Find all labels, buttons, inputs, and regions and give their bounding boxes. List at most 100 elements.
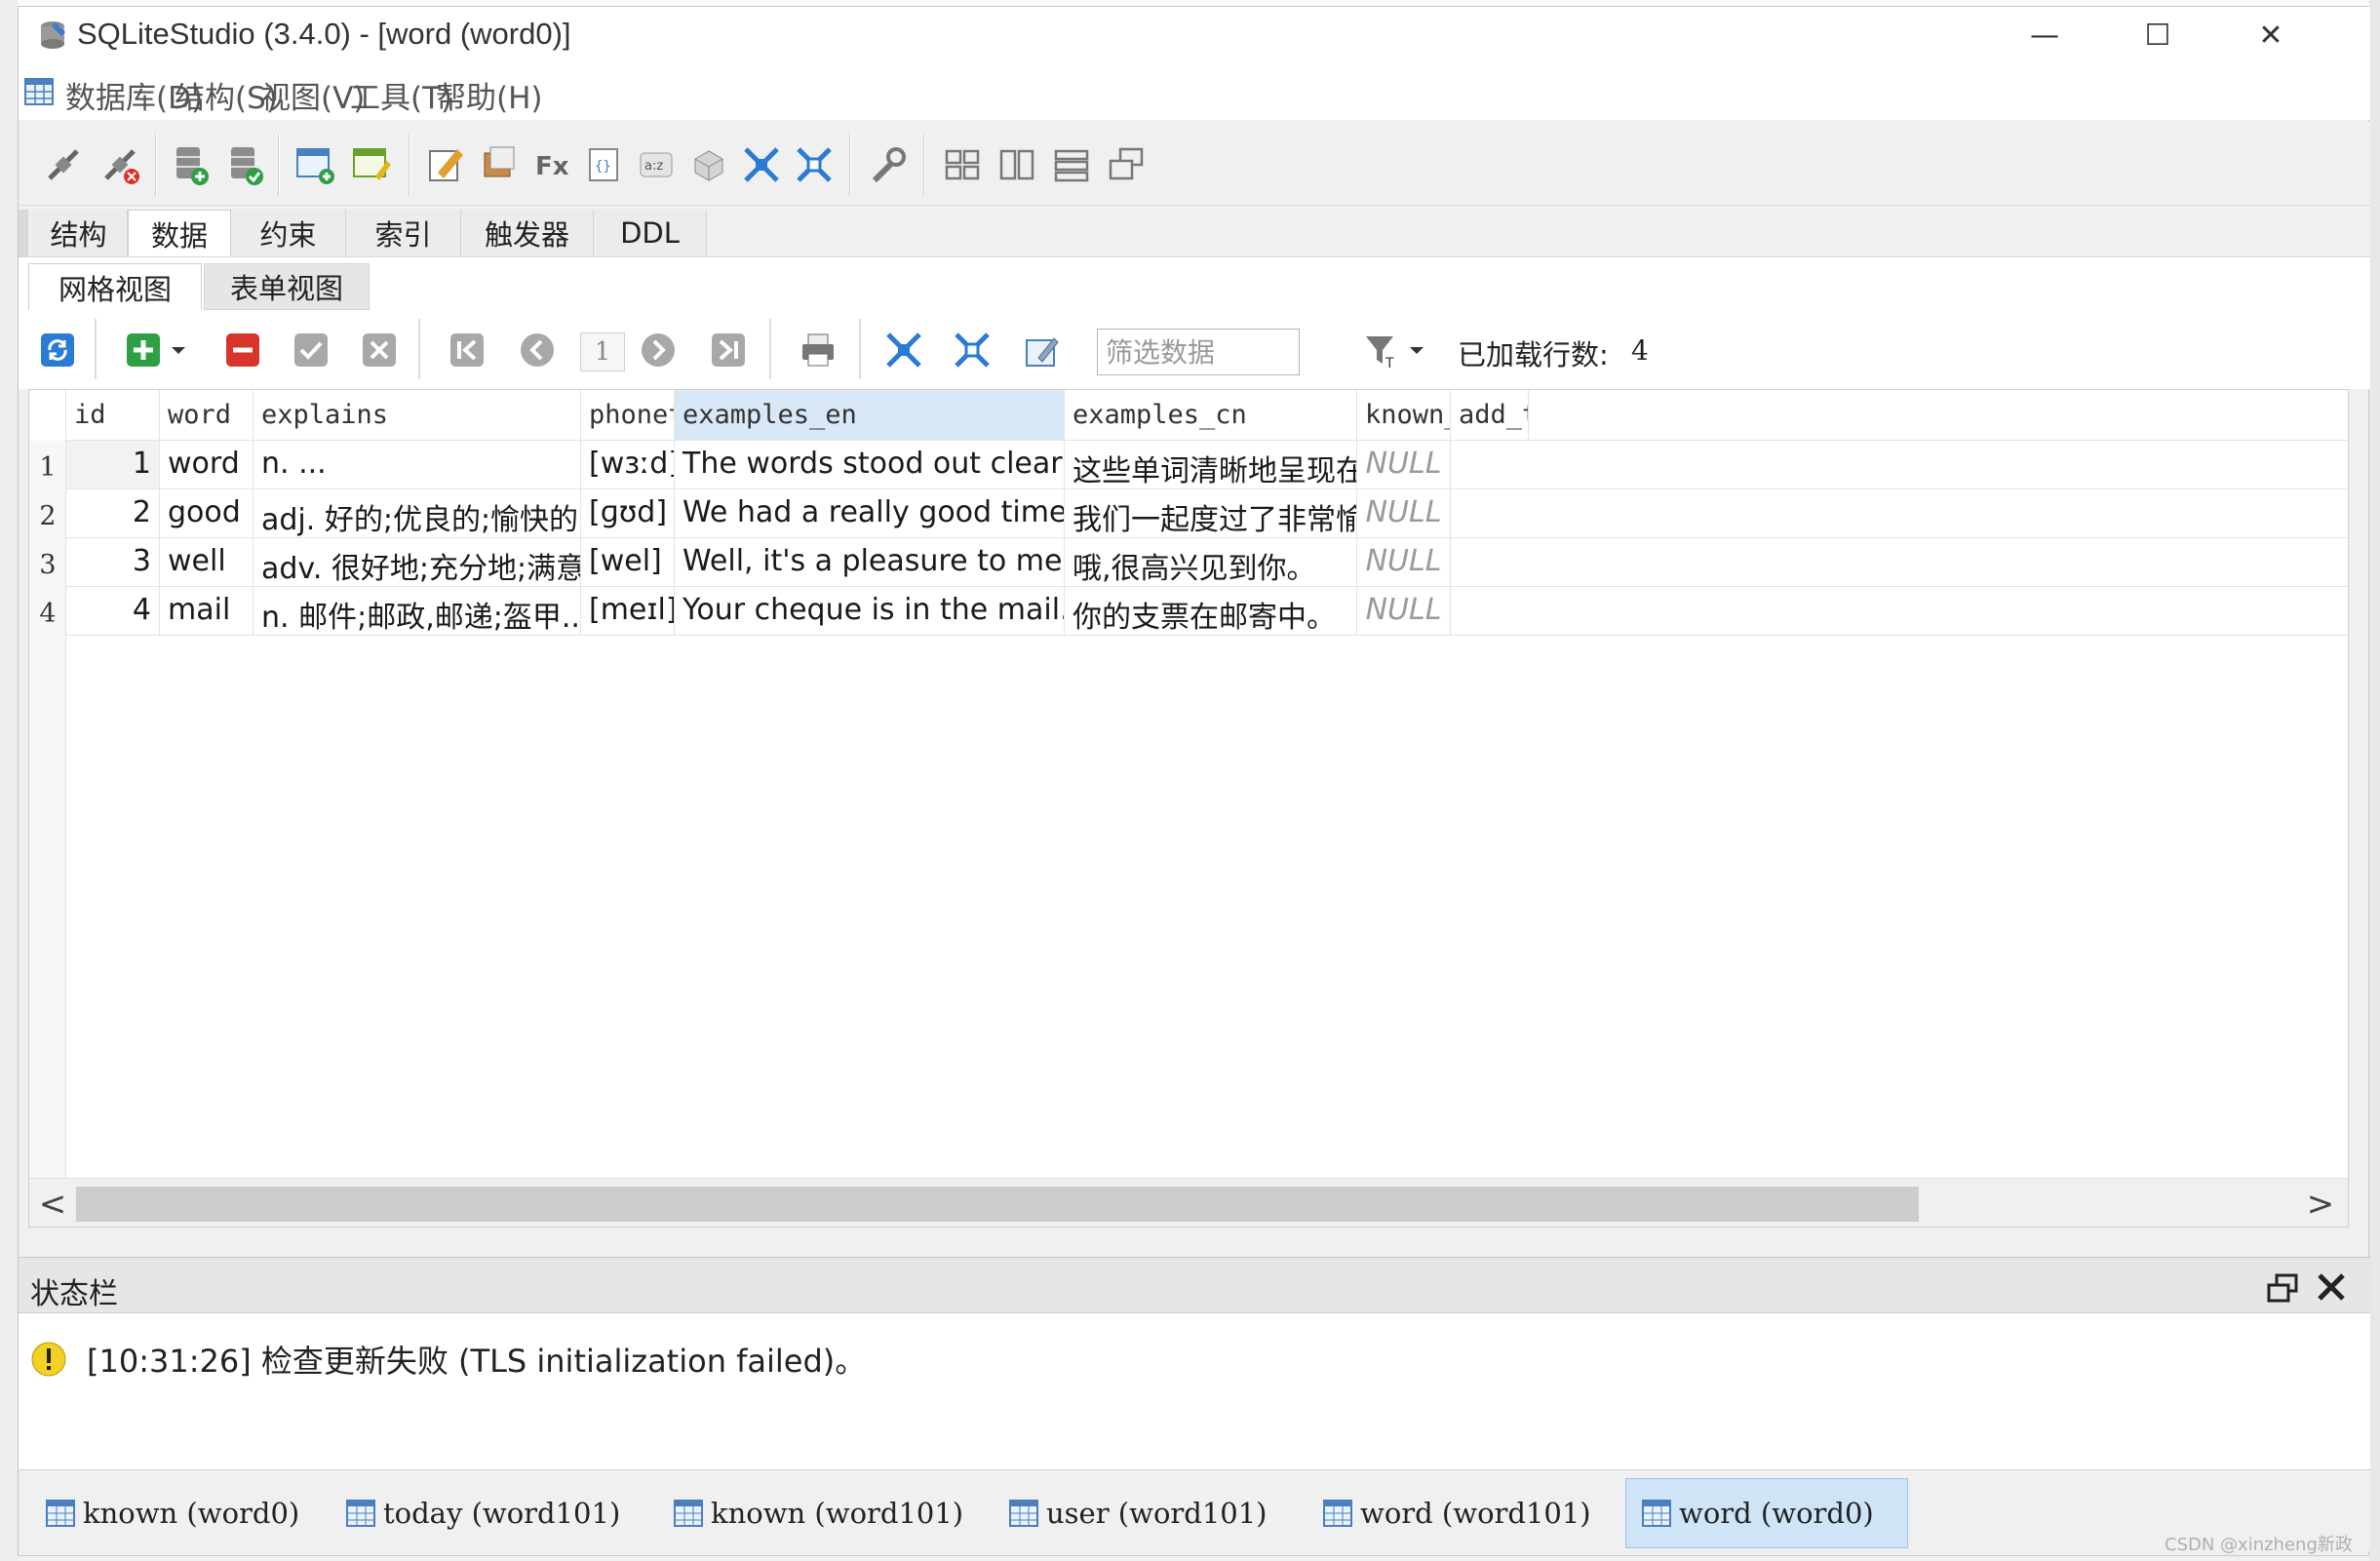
scroll-left-button[interactable]: < <box>33 1185 72 1224</box>
cell-explains[interactable]: n. 邮件;邮政,邮递;盔甲... <box>254 587 581 636</box>
expand-columns-icon[interactable] <box>949 327 995 373</box>
filter-data-input[interactable] <box>1097 329 1300 375</box>
refresh-data-icon[interactable] <box>34 327 81 373</box>
row-number[interactable]: 4 <box>29 587 66 636</box>
rollback-icon[interactable] <box>356 327 403 373</box>
column-header-explains[interactable]: explains <box>254 390 581 441</box>
first-page-icon[interactable] <box>444 327 490 373</box>
create-table-icon[interactable] <box>290 139 340 190</box>
cell-id[interactable]: 3 <box>66 538 160 587</box>
column-header-word[interactable]: word <box>160 390 254 441</box>
tile-horizontal-icon[interactable] <box>1046 139 1097 190</box>
cell-word[interactable]: well <box>160 538 254 587</box>
tab-triggers[interactable]: 触发器 <box>461 210 594 256</box>
tab-data[interactable]: 数据 <box>128 210 231 256</box>
cell-phonetic[interactable]: [meɪl] <box>581 587 675 636</box>
cell-phonetic[interactable]: [wel] <box>581 538 675 587</box>
cell-known-time[interactable]: NULL <box>1357 441 1451 489</box>
maximize-button[interactable]: ☐ <box>2101 7 2214 63</box>
menu-help[interactable]: 帮助(H) <box>436 73 543 117</box>
delete-row-icon[interactable] <box>219 327 266 373</box>
edit-table-icon[interactable] <box>346 139 397 190</box>
cell-examples-cn[interactable]: 这些单词清晰地呈现在页面上。 <box>1065 441 1357 489</box>
connect-database-icon[interactable] <box>38 139 89 190</box>
cell-examples-en[interactable]: Your cheque is in the mail. <box>675 587 1065 636</box>
edit-cell-icon[interactable] <box>1019 327 1066 373</box>
cell-known-time[interactable]: NULL <box>1357 538 1451 587</box>
tab-form-view[interactable]: 表单视图 <box>204 263 370 310</box>
tile-vertical-icon[interactable] <box>992 139 1042 190</box>
close-panel-icon[interactable] <box>2314 1269 2349 1313</box>
cell-examples-cn[interactable]: 你的支票在邮寄中。 <box>1065 587 1357 636</box>
cell-word[interactable]: good <box>160 489 254 538</box>
cell-phonetic[interactable]: [ɡʊd] <box>581 489 675 538</box>
cell-examples-en[interactable]: We had a really good time together. <box>675 489 1065 538</box>
expand-all-icon[interactable] <box>789 139 839 190</box>
filter-mode-dropdown-icon[interactable] <box>1403 327 1430 373</box>
tab-structure[interactable]: 结构 <box>30 210 128 256</box>
cell-add-time[interactable] <box>1451 587 2348 636</box>
cell-phonetic[interactable]: [wɜːd] <box>581 441 675 489</box>
sort-icon[interactable]: a:z <box>631 139 682 190</box>
previous-page-icon[interactable] <box>514 327 561 373</box>
sql-editor-icon[interactable] <box>420 139 471 190</box>
disconnect-database-icon[interactable] <box>95 139 145 190</box>
window-tab-active[interactable]: word (word0) <box>1625 1478 1908 1548</box>
window-tab[interactable]: user (word101) <box>994 1478 1296 1548</box>
row-number[interactable]: 2 <box>29 489 66 538</box>
cell-id[interactable]: 4 <box>66 587 160 636</box>
scroll-right-button[interactable]: > <box>2301 1185 2340 1224</box>
extensions-icon[interactable] <box>683 139 734 190</box>
window-tab[interactable]: known (word0) <box>30 1478 313 1548</box>
cell-word[interactable]: mail <box>160 587 254 636</box>
settings-wrench-icon[interactable] <box>863 139 914 190</box>
row-number[interactable]: 1 <box>29 441 66 489</box>
page-number[interactable]: 1 <box>580 332 625 371</box>
functions-icon[interactable]: Fx <box>526 139 576 190</box>
tab-grid-view[interactable]: 网格视图 <box>28 263 202 310</box>
cell-add-time[interactable] <box>1451 538 2348 587</box>
edit-database-icon[interactable] <box>219 139 270 190</box>
window-tab[interactable]: known (word101) <box>658 1478 980 1548</box>
column-header-known-time[interactable]: known_tim <box>1357 390 1451 441</box>
collapse-columns-icon[interactable] <box>880 327 927 373</box>
column-header-id[interactable]: id <box>66 390 160 441</box>
open-sql-icon[interactable] <box>473 139 524 190</box>
collapse-all-icon[interactable] <box>736 139 787 190</box>
cell-examples-en[interactable]: The words stood out clearly on the page. <box>675 441 1065 489</box>
minimize-button[interactable]: — <box>1988 7 2101 63</box>
cell-examples-cn[interactable]: 我们一起度过了非常愉快的时光。 <box>1065 489 1357 538</box>
cell-explains[interactable]: adj. 好的;优良的;愉快的;... <box>254 489 581 538</box>
window-tab[interactable]: today (word101) <box>331 1478 643 1548</box>
cell-add-time[interactable] <box>1451 489 2348 538</box>
column-header-add-time[interactable]: add_time <box>1451 390 1529 441</box>
insert-row-dropdown-icon[interactable] <box>165 327 192 373</box>
cell-examples-cn[interactable]: 哦,很高兴见到你。 <box>1065 538 1357 587</box>
commit-icon[interactable] <box>288 327 334 373</box>
row-number[interactable]: 3 <box>29 538 66 587</box>
horizontal-scrollbar[interactable]: < > <box>29 1178 2348 1227</box>
cell-explains[interactable]: adv. 很好地;充分地;满意地;... <box>254 538 581 587</box>
add-database-icon[interactable] <box>165 139 215 190</box>
cell-id[interactable]: 2 <box>66 489 160 538</box>
collations-icon[interactable]: {} <box>578 139 629 190</box>
cell-examples-en[interactable]: Well, it's a pleasure to meet you. <box>675 538 1065 587</box>
last-page-icon[interactable] <box>705 327 752 373</box>
filter-funnel-icon[interactable]: T <box>1358 327 1405 373</box>
column-header-examples-cn[interactable]: examples_cn <box>1065 390 1357 441</box>
cell-known-time[interactable]: NULL <box>1357 489 1451 538</box>
cell-word[interactable]: word <box>160 441 254 489</box>
tile-windows-icon[interactable] <box>937 139 988 190</box>
print-icon[interactable] <box>795 327 841 373</box>
table-window-icon[interactable] <box>22 75 56 108</box>
insert-row-icon[interactable] <box>120 327 167 373</box>
close-window-button[interactable]: ✕ <box>2214 7 2327 63</box>
next-page-icon[interactable] <box>635 327 682 373</box>
cell-explains[interactable]: n. ... <box>254 441 581 489</box>
window-tab[interactable]: word (word101) <box>1307 1478 1619 1548</box>
column-header-phonetic[interactable]: phonetic <box>581 390 675 441</box>
column-header-examples-en[interactable]: examples_en <box>675 390 1065 441</box>
corner-cell[interactable] <box>29 390 66 441</box>
float-panel-icon[interactable] <box>2265 1271 2300 1307</box>
tab-indexes[interactable]: 索引 <box>346 210 461 256</box>
